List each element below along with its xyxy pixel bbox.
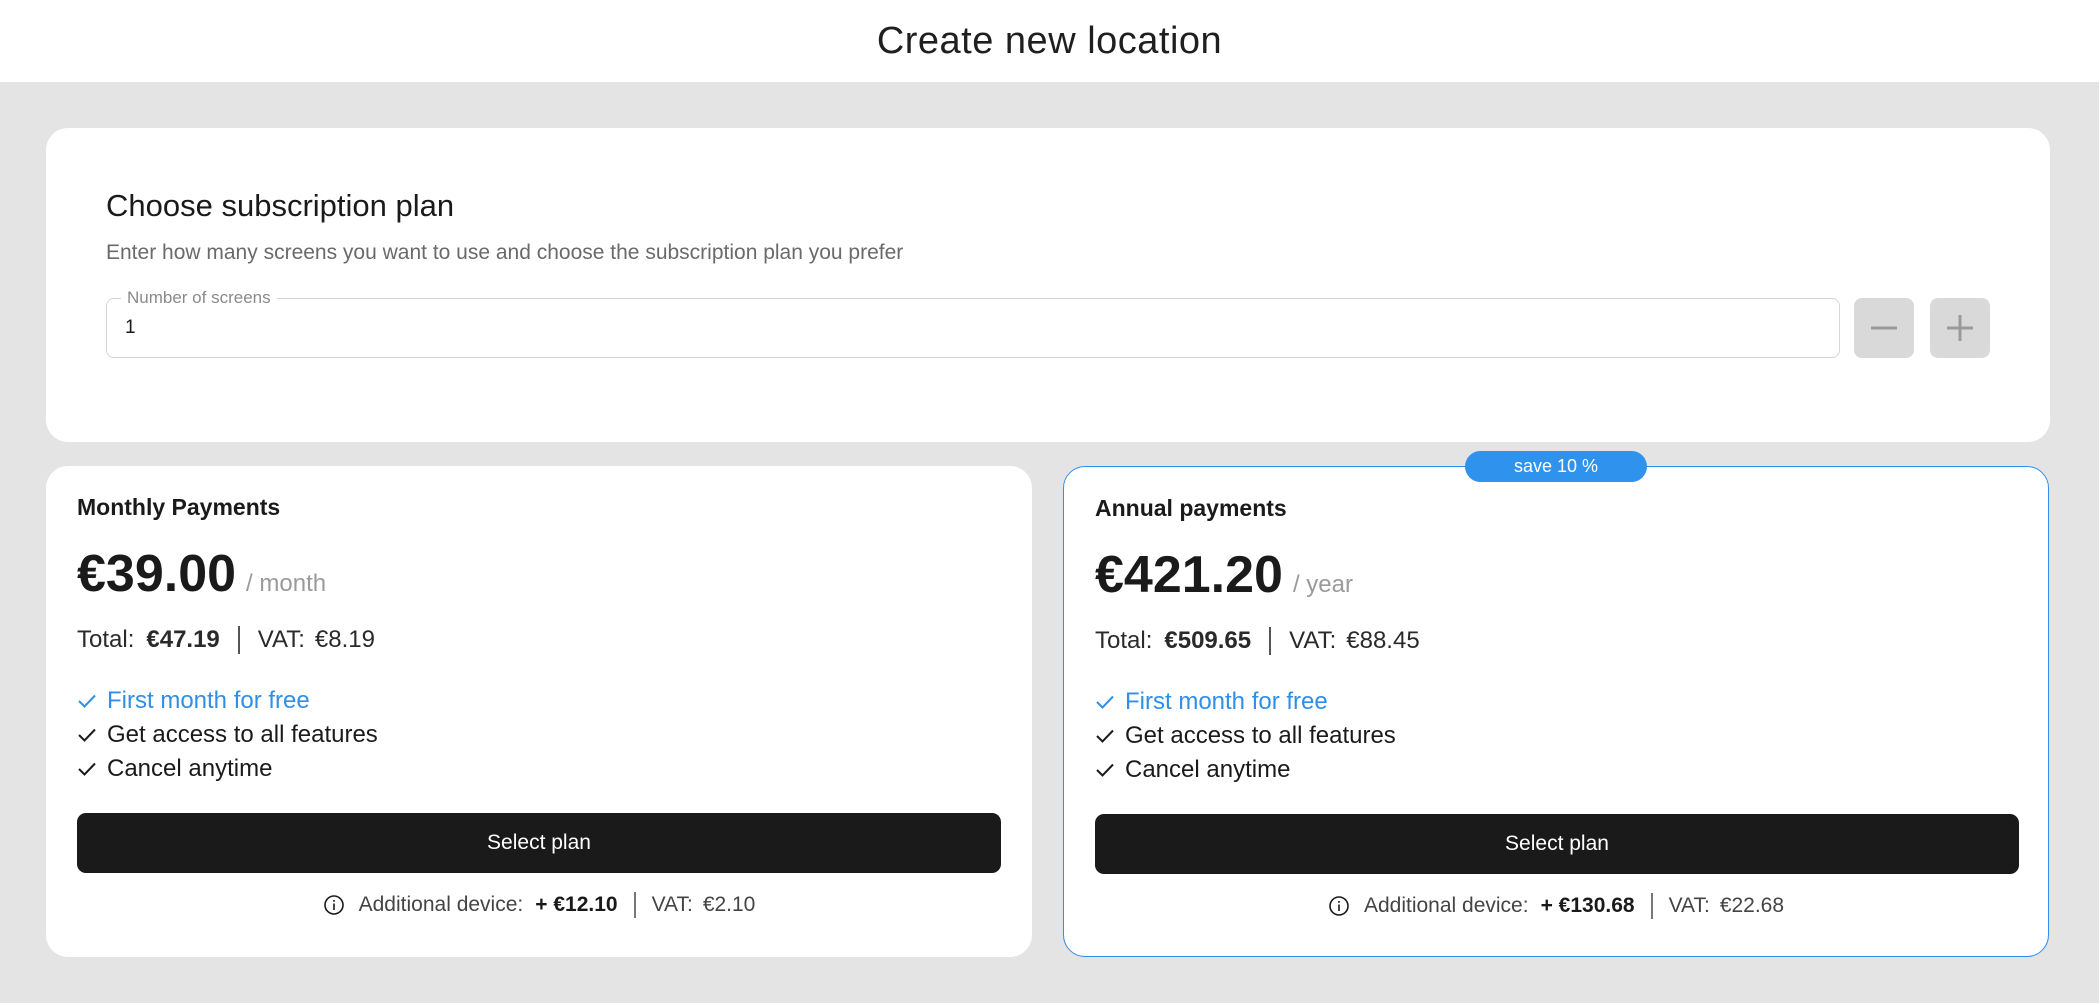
additional-vat-value: €22.68 [1719,894,1785,917]
feature-list: First month for free Get access to all f… [77,684,378,786]
additional-vat-label: VAT: [1668,894,1710,917]
total-value: €47.19 [146,626,220,653]
feature-item: Cancel anytime [1095,753,1396,787]
check-icon [77,761,99,777]
vat-value: €8.19 [314,626,375,653]
section-title: Choose subscription plan [106,188,455,223]
increase-screens-button[interactable] [1930,298,1990,358]
plan-price: €421.20 [1095,546,1283,604]
page-title: Create new location [876,19,1223,62]
divider [237,626,240,654]
plan-name: Monthly Payments [77,494,281,520]
feature-label: Cancel anytime [107,755,273,782]
feature-label: First month for free [107,687,310,714]
screens-input[interactable] [123,299,1813,356]
price-line: €39.00 / month [77,544,326,604]
select-annual-plan-button[interactable]: Select plan [1095,814,2019,874]
additional-device-line: Additional device: + €12.10 VAT: €2.10 [46,892,1032,918]
feature-item: First month for free [1095,685,1396,719]
feature-list: First month for free Get access to all f… [1095,685,1396,787]
vat-label: VAT: [257,626,305,653]
feature-label: First month for free [1125,688,1328,715]
check-icon [1095,694,1117,710]
monthly-plan-card: Monthly Payments €39.00 / month Total: €… [46,466,1032,957]
info-icon [323,894,345,916]
plan-name: Annual payments [1095,495,1287,521]
divider [633,892,636,918]
plus-icon [1947,315,1973,341]
plan-price: €39.00 [77,545,237,603]
additional-device-value: + €12.10 [535,893,618,916]
total-label: Total: [77,626,135,653]
feature-label: Get access to all features [107,721,378,748]
check-icon [77,727,99,743]
select-monthly-plan-button[interactable]: Select plan [77,813,1001,873]
check-icon [1095,762,1117,778]
annual-plan-card: Annual payments €421.20 / year Total: €5… [1063,466,2049,957]
divider [1269,627,1272,655]
check-icon [77,693,99,709]
section-subtitle: Enter how many screens you want to use a… [106,241,904,264]
plan-period: / year [1292,571,1353,598]
feature-label: Get access to all features [1125,722,1396,749]
info-icon [1328,895,1350,917]
additional-vat-label: VAT: [651,893,693,916]
vat-label: VAT: [1289,627,1337,654]
feature-item: Cancel anytime [77,752,378,786]
total-value: €509.65 [1164,627,1252,654]
total-label: Total: [1095,627,1153,654]
subscription-settings-card: Choose subscription plan Enter how many … [46,128,2050,442]
feature-item: First month for free [77,684,378,718]
feature-label: Cancel anytime [1125,756,1291,783]
additional-device-line: Additional device: + €130.68 VAT: €22.68 [1064,893,2048,919]
plan-period: / month [246,570,327,597]
minus-icon [1871,326,1897,330]
additional-device-label: Additional device: [358,893,524,916]
additional-vat-value: €2.10 [702,893,756,916]
divider [1650,893,1653,919]
screens-field: Number of screens [106,288,1840,358]
vat-value: €88.45 [1346,627,1420,654]
feature-item: Get access to all features [1095,719,1396,753]
save-badge: save 10 % [1465,451,1647,482]
additional-device-label: Additional device: [1363,894,1529,917]
total-line: Total: €47.19 VAT: €8.19 [77,626,375,654]
top-bar: Create new location [0,0,2099,82]
total-line: Total: €509.65 VAT: €88.45 [1095,627,1420,655]
price-line: €421.20 / year [1095,545,1353,605]
decrease-screens-button[interactable] [1854,298,1914,358]
check-icon [1095,728,1117,744]
feature-item: Get access to all features [77,718,378,752]
additional-device-value: + €130.68 [1540,894,1635,917]
